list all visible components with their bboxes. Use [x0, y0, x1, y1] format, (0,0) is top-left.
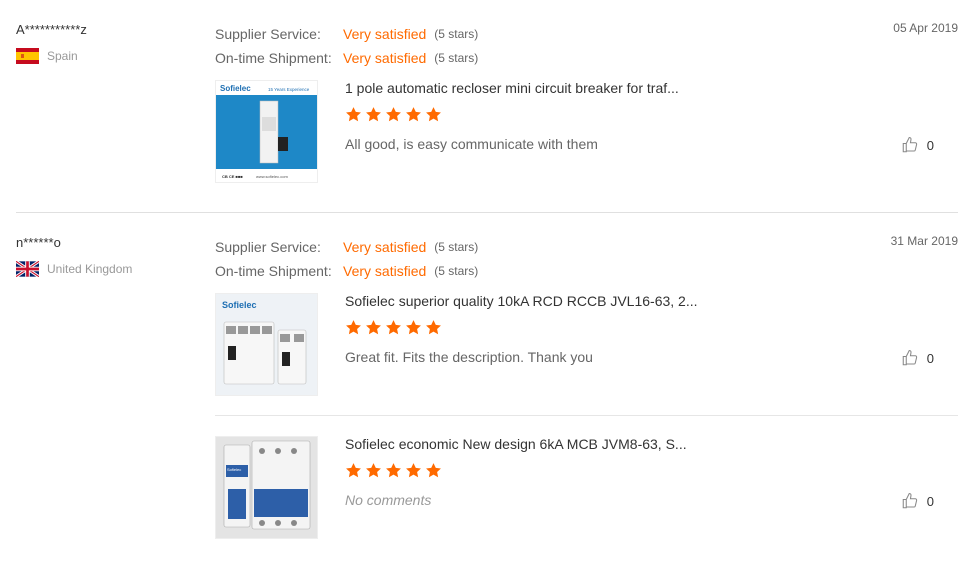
review-date: 31 Mar 2019 — [890, 234, 958, 248]
uk-flag-icon — [16, 261, 39, 277]
country-name: Spain — [47, 49, 78, 63]
star-icon — [366, 463, 381, 478]
rating-value: Very satisfied — [343, 26, 427, 42]
star-icon — [346, 463, 361, 478]
review-comment: No comments — [345, 492, 432, 508]
like-count: 0 — [926, 137, 934, 153]
review-card: A***********z Spain Supplier Service: Ve… — [0, 0, 967, 212]
star-icon — [406, 320, 421, 335]
product-thumbnail[interactable]: Sofielec — [215, 293, 318, 396]
rating-stars-text: (5 stars) — [434, 51, 479, 65]
shipment-rating: On-time Shipment: Very satisfied (5 star… — [215, 46, 478, 70]
review-card: n******o United Kingdom Supplier Service… — [0, 213, 967, 567]
rating-label: On-time Shipment: — [215, 263, 332, 279]
star-icon — [346, 320, 361, 335]
like-button[interactable]: 0 — [901, 492, 934, 510]
thumb-brand: Sofielec — [220, 84, 251, 93]
like-button[interactable]: 0 — [901, 136, 934, 154]
rating-value: Very satisfied — [343, 263, 427, 279]
rating-label: On-time Shipment: — [215, 50, 332, 66]
star-icon — [386, 107, 401, 122]
supplier-ratings: Supplier Service: Very satisfied (5 star… — [215, 235, 478, 283]
product-review: Sofielec 15 Years Experience www.sofiele… — [215, 80, 958, 184]
product-divider — [215, 415, 958, 416]
product-thumbnail[interactable]: Sofielec — [215, 436, 318, 539]
rating-value: Very satisfied — [343, 239, 427, 255]
star-icon — [406, 463, 421, 478]
product-rating-stars — [345, 106, 442, 123]
star-icon — [366, 107, 381, 122]
thumbs-up-icon — [902, 349, 917, 366]
review-comment: Great fit. Fits the description. Thank y… — [345, 349, 593, 365]
country-name: United Kingdom — [47, 262, 133, 276]
like-count: 0 — [926, 493, 934, 509]
product-rating-stars — [345, 319, 442, 336]
thumb-footer: www.sofielec.com — [256, 174, 288, 179]
rating-value: Very satisfied — [343, 50, 427, 66]
supplier-ratings: Supplier Service: Very satisfied (5 star… — [215, 22, 478, 70]
thumb-banner: 15 Years Experience — [268, 87, 310, 92]
buyer-name: A***********z — [16, 22, 87, 37]
thumb-brand: Sofielec — [227, 467, 241, 472]
supplier-service-rating: Supplier Service: Very satisfied (5 star… — [215, 22, 478, 46]
star-icon — [406, 107, 421, 122]
rating-label: Supplier Service: — [215, 26, 321, 42]
star-icon — [346, 107, 361, 122]
buyer-info: A***********z Spain — [16, 22, 87, 64]
star-icon — [426, 107, 441, 122]
product-title[interactable]: 1 pole automatic recloser mini circuit b… — [345, 80, 679, 96]
star-icon — [386, 463, 401, 478]
product-thumbnail[interactable]: Sofielec 15 Years Experience www.sofiele… — [215, 80, 318, 183]
svg-text:CB CE ■■■: CB CE ■■■ — [222, 174, 243, 179]
star-icon — [366, 320, 381, 335]
like-count: 0 — [926, 350, 934, 366]
thumb-brand: Sofielec — [222, 300, 257, 310]
thumbs-up-icon — [902, 492, 917, 509]
product-review: Sofielec Sofielec superior quality 10kA … — [215, 293, 958, 397]
star-icon — [426, 463, 441, 478]
product-title[interactable]: Sofielec economic New design 6kA MCB JVM… — [345, 436, 687, 452]
product-review: Sofielec Sofielec economic New design 6k… — [215, 436, 958, 540]
review-comment: All good, is easy communicate with them — [345, 136, 598, 152]
thumbs-up-icon — [902, 136, 917, 153]
product-title[interactable]: Sofielec superior quality 10kA RCD RCCB … — [345, 293, 698, 309]
buyer-country: Spain — [16, 48, 87, 64]
buyer-country: United Kingdom — [16, 261, 132, 277]
review-date: 05 Apr 2019 — [893, 21, 958, 35]
product-rating-stars — [345, 462, 442, 479]
rating-stars-text: (5 stars) — [434, 27, 479, 41]
supplier-service-rating: Supplier Service: Very satisfied (5 star… — [215, 235, 478, 259]
like-button[interactable]: 0 — [901, 349, 934, 367]
star-icon — [426, 320, 441, 335]
rating-stars-text: (5 stars) — [434, 240, 479, 254]
rating-label: Supplier Service: — [215, 239, 321, 255]
rating-stars-text: (5 stars) — [434, 264, 479, 278]
buyer-info: n******o United Kingdom — [16, 235, 132, 277]
star-icon — [386, 320, 401, 335]
spain-flag-icon — [16, 48, 39, 64]
shipment-rating: On-time Shipment: Very satisfied (5 star… — [215, 259, 478, 283]
buyer-name: n******o — [16, 235, 61, 250]
